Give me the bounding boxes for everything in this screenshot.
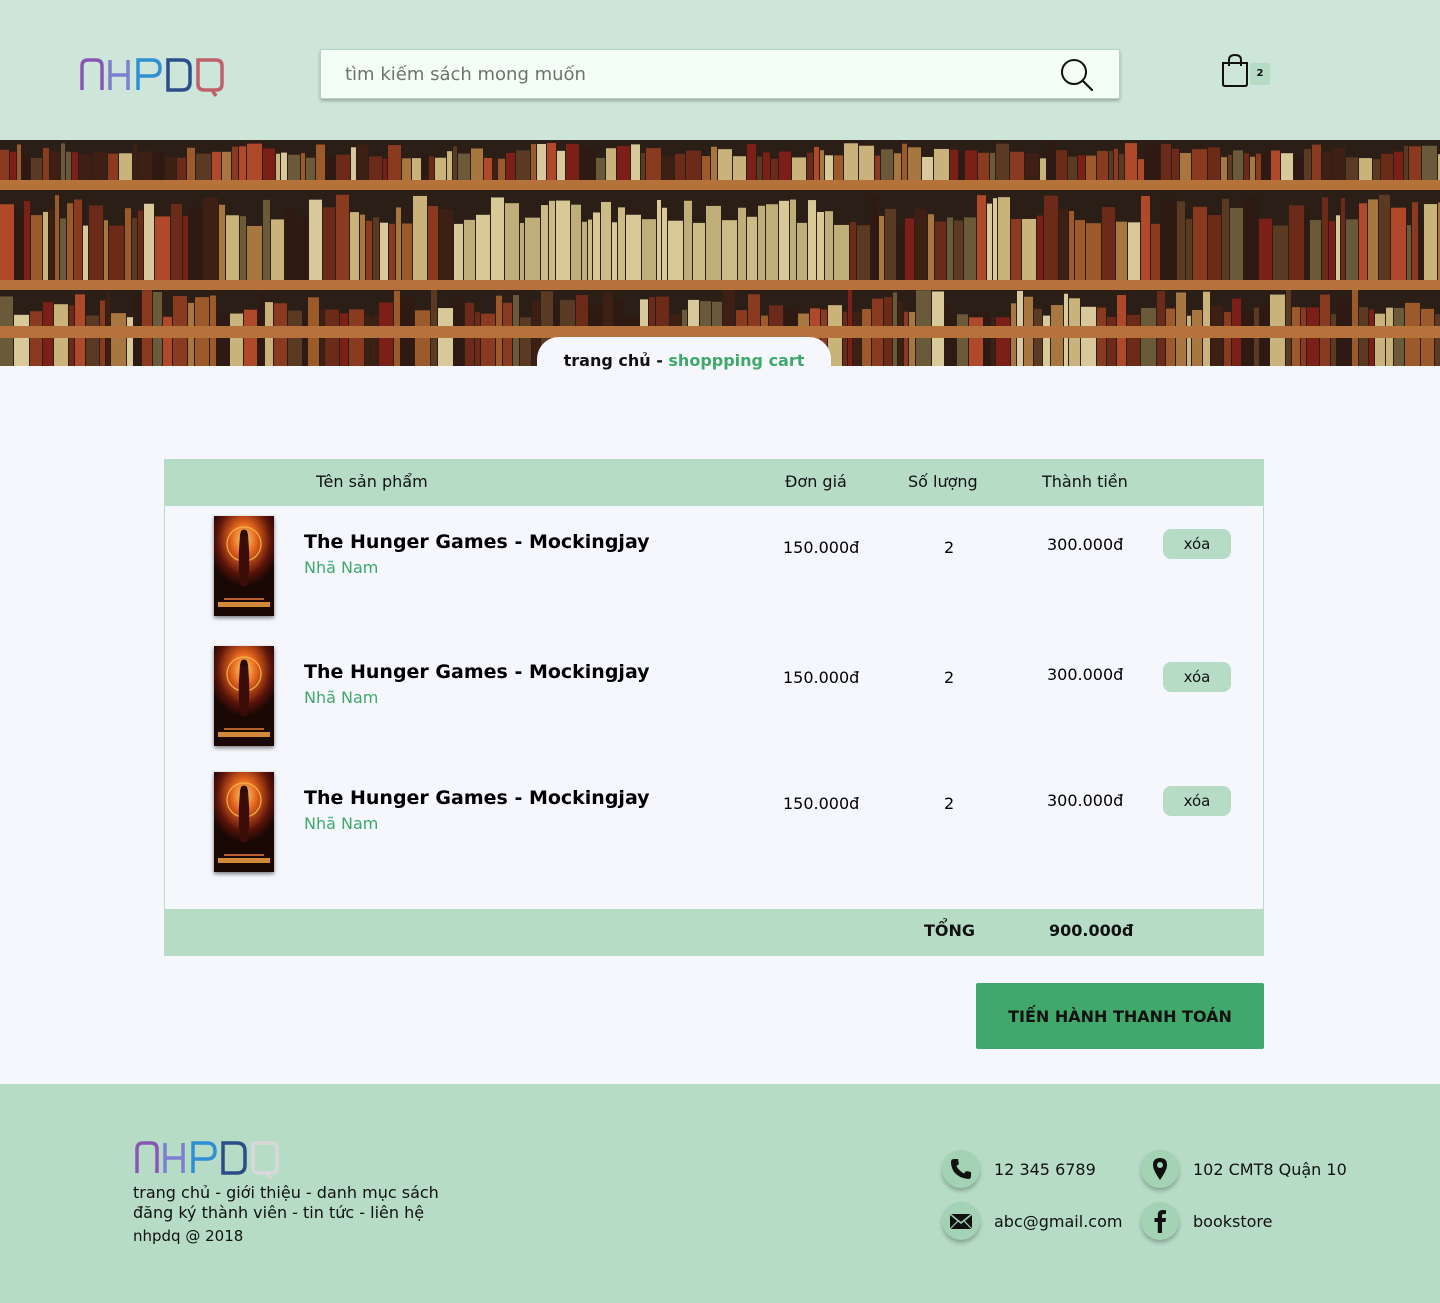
product-publisher: Nhã Nam <box>304 558 379 577</box>
hero-banner <box>0 140 1440 366</box>
search-input[interactable] <box>345 50 1045 98</box>
subtotal: 300.000đ <box>1047 535 1124 554</box>
footer-brand-logo[interactable] <box>133 1135 283 1181</box>
footer-nav-line-1: trang chủ - giới thiệu - danh mục sách <box>133 1183 439 1202</box>
remove-item-button[interactable]: xóa <box>1163 529 1231 559</box>
breadcrumb-current: shoppping cart <box>668 351 805 370</box>
remove-item-button[interactable]: xóa <box>1163 662 1231 692</box>
table-footer: TỔNG 900.000đ <box>165 909 1263 955</box>
unit-price: 150.000đ <box>783 538 860 557</box>
subtotal: 300.000đ <box>1047 665 1124 684</box>
table-row: The Hunger Games - Mockingjay Nhã Nam 15… <box>165 646 1263 756</box>
subtotal: 300.000đ <box>1047 791 1124 810</box>
contact-address[interactable]: 102 CMT8 Quận 10 <box>1193 1160 1347 1179</box>
remove-item-button[interactable]: xóa <box>1163 786 1231 816</box>
header-unit-price: Đơn giá <box>785 472 847 491</box>
unit-price: 150.000đ <box>783 668 860 687</box>
book-cover-image[interactable] <box>214 772 274 872</box>
mail-icon <box>942 1202 980 1240</box>
quantity: 2 <box>944 794 955 813</box>
breadcrumb-separator: - <box>650 351 669 370</box>
product-title[interactable]: The Hunger Games - Mockingjay <box>304 531 650 553</box>
footer-link-register[interactable]: đăng ký thành viên <box>133 1203 287 1222</box>
unit-price: 150.000đ <box>783 794 860 813</box>
book-cover-image[interactable] <box>214 516 274 616</box>
quantity: 2 <box>944 538 955 557</box>
breadcrumb-home[interactable]: trang chủ <box>564 351 651 370</box>
footer-link-categories[interactable]: danh mục sách <box>317 1183 439 1202</box>
facebook-icon <box>1141 1202 1179 1240</box>
cart-table: Tên sản phẩm Đơn giá Số lượng Thành tiền… <box>164 459 1264 956</box>
footer-separator: - <box>287 1203 304 1222</box>
checkout-button[interactable]: TIẾN HÀNH THANH TOÁN <box>976 983 1264 1049</box>
search-bar <box>320 49 1120 99</box>
header-product-name: Tên sản phẩm <box>316 472 428 491</box>
footer-separator: - <box>354 1203 371 1222</box>
map-pin-icon <box>1141 1150 1179 1188</box>
contact-email[interactable]: abc@gmail.com <box>994 1212 1122 1231</box>
book-cover-image[interactable] <box>214 646 274 746</box>
footer-link-contact[interactable]: liên hệ <box>370 1203 424 1222</box>
footer-separator: - <box>300 1183 317 1202</box>
footer-separator: - <box>210 1183 227 1202</box>
footer-link-about[interactable]: giới thiệu <box>226 1183 301 1202</box>
product-title[interactable]: The Hunger Games - Mockingjay <box>304 787 650 809</box>
header-subtotal: Thành tiền <box>1042 472 1128 491</box>
search-icon[interactable] <box>1059 57 1095 93</box>
breadcrumb: trang chủ - shoppping cart <box>537 337 831 377</box>
quantity: 2 <box>944 668 955 687</box>
product-publisher: Nhã Nam <box>304 814 379 833</box>
product-title[interactable]: The Hunger Games - Mockingjay <box>304 661 650 683</box>
product-publisher: Nhã Nam <box>304 688 379 707</box>
footer-link-home[interactable]: trang chủ <box>133 1183 210 1202</box>
table-row: The Hunger Games - Mockingjay Nhã Nam 15… <box>165 772 1263 882</box>
cart-count-badge: 2 <box>1250 63 1270 85</box>
table-row: The Hunger Games - Mockingjay Nhã Nam 15… <box>165 516 1263 626</box>
footer-nav-line-2: đăng ký thành viên - tin tức - liên hệ <box>133 1203 424 1222</box>
total-value: 900.000đ <box>1049 921 1134 940</box>
total-label: TỔNG <box>924 921 976 940</box>
table-header: Tên sản phẩm Đơn giá Số lượng Thành tiền <box>165 460 1263 506</box>
header-quantity: Số lượng <box>908 472 978 491</box>
bookshelf-image <box>0 140 1440 366</box>
copyright: nhpdq @ 2018 <box>133 1227 244 1245</box>
phone-icon <box>942 1150 980 1188</box>
footer-link-news[interactable]: tin tức <box>303 1203 354 1222</box>
contact-phone[interactable]: 12 345 6789 <box>994 1160 1096 1179</box>
contact-facebook[interactable]: bookstore <box>1193 1212 1272 1231</box>
shopping-bag-icon[interactable] <box>1220 53 1250 87</box>
header: 2 <box>0 0 1440 140</box>
brand-logo[interactable] <box>78 52 228 98</box>
